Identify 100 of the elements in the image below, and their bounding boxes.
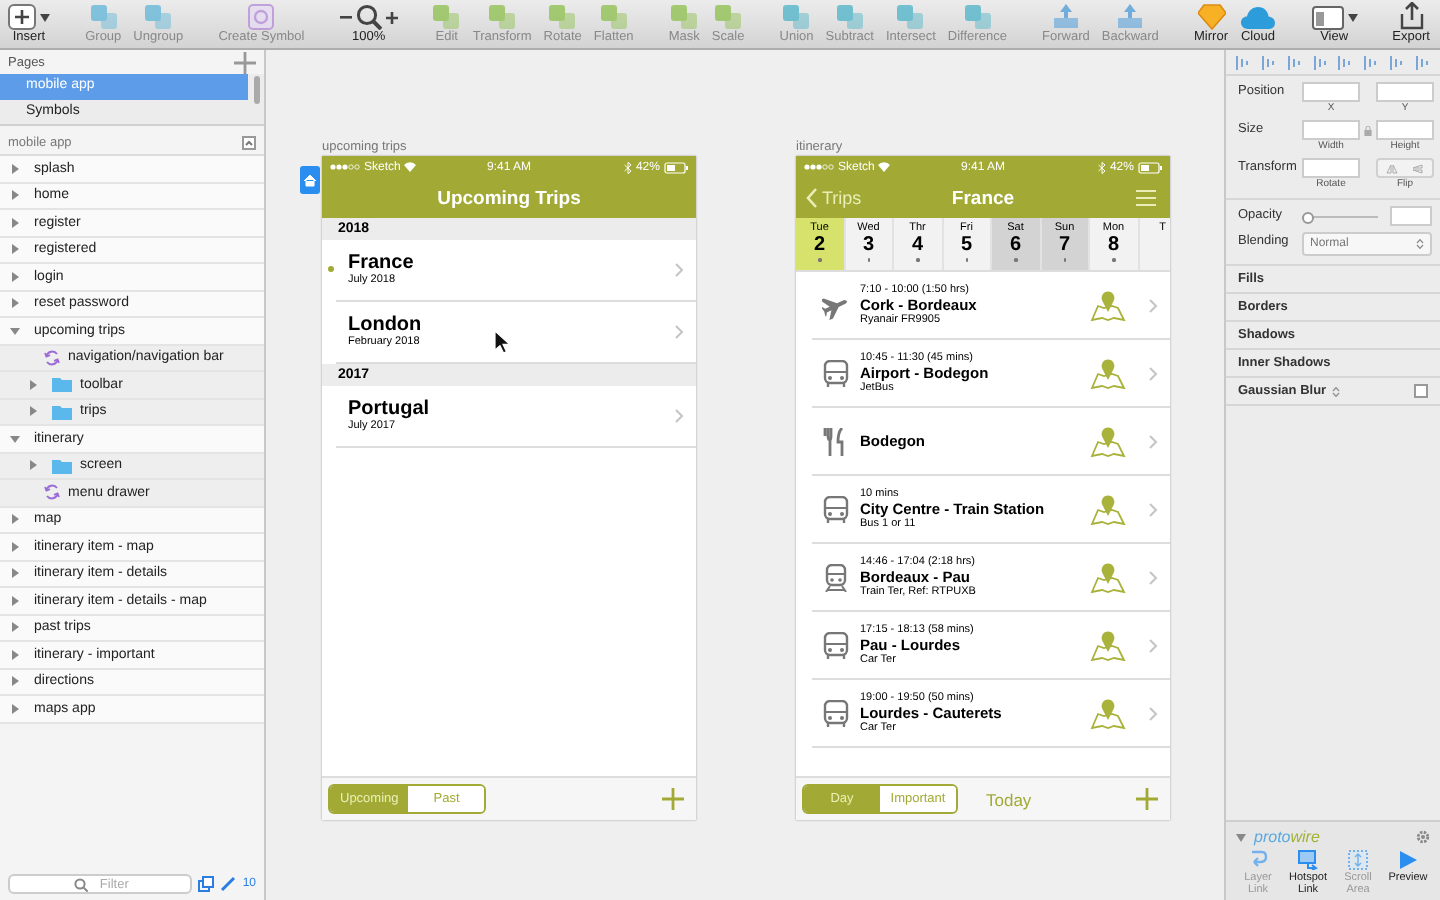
- signal-icon: [804, 164, 834, 170]
- disclosure-triangle-icon[interactable]: [10, 433, 20, 444]
- stepper-icon[interactable]: [1332, 385, 1341, 397]
- flip-buttons[interactable]: [1376, 158, 1434, 178]
- wifi-icon: [878, 162, 891, 172]
- align-icon[interactable]: [1364, 55, 1379, 69]
- map-pin-icon[interactable]: [1090, 696, 1126, 730]
- chevron-icon: [1148, 297, 1158, 313]
- slider-thumb[interactable]: [1302, 211, 1314, 223]
- search-icon: [74, 877, 88, 891]
- zoom-in-icon: [385, 11, 398, 23]
- align-icon[interactable]: [1390, 55, 1405, 69]
- flip-vertical-icon: [1412, 163, 1425, 173]
- disclosure-triangle-icon[interactable]: [28, 406, 38, 417]
- screen-title: France: [951, 187, 1015, 209]
- disclosure-triangle-icon[interactable]: [10, 568, 20, 579]
- number-field[interactable]: [1302, 82, 1360, 102]
- disclosure-triangle-icon[interactable]: [1236, 833, 1246, 841]
- shapes-icon: [548, 4, 577, 30]
- disclosure-triangle-icon[interactable]: [28, 460, 38, 471]
- plus-icon[interactable]: [234, 51, 256, 73]
- number-field[interactable]: [1302, 158, 1360, 178]
- disclosure-triangle-icon[interactable]: [10, 676, 20, 687]
- map-pin-icon[interactable]: [1090, 424, 1126, 458]
- disclosure-triangle-icon[interactable]: [10, 190, 20, 201]
- number-field[interactable]: [1376, 82, 1434, 102]
- checkbox[interactable]: [1414, 384, 1428, 398]
- chevron-icon: [1148, 569, 1158, 585]
- link-arrow-icon: [1248, 850, 1268, 870]
- symbol-icon: [44, 349, 60, 366]
- align-icon[interactable]: [1236, 55, 1250, 69]
- gear-icon[interactable]: [1416, 830, 1430, 844]
- flip-horizontal-icon: [1385, 163, 1398, 173]
- disclosure-triangle-icon[interactable]: [10, 703, 20, 714]
- pages-icon[interactable]: [198, 876, 215, 892]
- disclosure-triangle-icon[interactable]: [10, 163, 20, 174]
- scroll-area-icon: [1348, 850, 1368, 870]
- opacity-field[interactable]: [1390, 206, 1432, 226]
- wifi-icon: [404, 162, 417, 172]
- share-icon: [1399, 2, 1424, 30]
- layers-arrow-icon: [1116, 4, 1145, 30]
- plus-icon[interactable]: [662, 788, 684, 810]
- shapes-icon: [670, 4, 699, 30]
- disclosure-triangle-icon[interactable]: [10, 541, 20, 552]
- map-pin-icon[interactable]: [1090, 288, 1126, 322]
- caret-icon: [40, 13, 50, 21]
- pencil-icon[interactable]: [220, 876, 237, 892]
- bluetooth-icon: [1097, 161, 1106, 173]
- plugin-logo: protowire: [1254, 828, 1320, 846]
- collapse-icon[interactable]: [242, 135, 256, 149]
- align-icon[interactable]: [1313, 55, 1328, 69]
- shapes-icon: [488, 4, 517, 30]
- map-pin-icon[interactable]: [1090, 356, 1126, 390]
- chevron-icon: [1148, 365, 1158, 381]
- number-field[interactable]: [1302, 120, 1360, 140]
- trip-name: France: [348, 252, 414, 274]
- chevron-icon: [674, 262, 684, 278]
- chevron-icon: [1148, 501, 1158, 517]
- layers-arrow-icon: [1051, 4, 1080, 30]
- scrollbar-thumb[interactable]: [254, 76, 260, 104]
- disclosure-triangle-icon[interactable]: [10, 514, 20, 525]
- pointer-cursor-icon: [494, 330, 510, 354]
- bus-icon: [822, 495, 850, 523]
- align-icon[interactable]: [1415, 55, 1430, 69]
- number-field[interactable]: [1376, 120, 1434, 140]
- bus-icon: [822, 631, 850, 659]
- menu-icon[interactable]: [1136, 190, 1156, 206]
- folder-icon: [52, 457, 72, 474]
- chevron-icon: [1148, 705, 1158, 721]
- trip-name: Portugal: [348, 398, 430, 420]
- lock-icon[interactable]: [1364, 126, 1372, 136]
- home-badge-icon[interactable]: [300, 166, 320, 194]
- disclosure-triangle-icon[interactable]: [10, 217, 20, 228]
- disclosure-triangle-icon[interactable]: [10, 325, 20, 336]
- shapes-icon: [89, 4, 118, 30]
- disclosure-triangle-icon[interactable]: [10, 595, 20, 606]
- hotspot-icon: [1298, 850, 1318, 870]
- symbol-icon: [44, 484, 60, 501]
- train-icon: [822, 563, 850, 591]
- disclosure-triangle-icon[interactable]: [10, 244, 20, 255]
- map-pin-icon[interactable]: [1090, 628, 1126, 662]
- plus-icon[interactable]: [1136, 788, 1158, 810]
- disclosure-triangle-icon[interactable]: [10, 271, 20, 282]
- trip-name: London: [348, 314, 422, 336]
- play-icon: [1398, 850, 1418, 870]
- map-pin-icon[interactable]: [1090, 560, 1126, 594]
- align-icon[interactable]: [1338, 55, 1353, 69]
- map-pin-icon[interactable]: [1090, 492, 1126, 526]
- cloud-icon: [1239, 5, 1276, 29]
- shapes-icon: [963, 4, 992, 30]
- align-icon[interactable]: [1287, 55, 1302, 69]
- screen-title: Upcoming Trips: [437, 187, 581, 209]
- disclosure-triangle-icon[interactable]: [10, 622, 20, 633]
- disclosure-triangle-icon[interactable]: [10, 298, 20, 309]
- battery-icon: [663, 161, 688, 173]
- chevron-icon: [1148, 637, 1158, 653]
- disclosure-triangle-icon[interactable]: [10, 649, 20, 660]
- disclosure-triangle-icon[interactable]: [28, 379, 38, 390]
- shapes-icon: [432, 4, 461, 30]
- align-icon[interactable]: [1261, 55, 1276, 69]
